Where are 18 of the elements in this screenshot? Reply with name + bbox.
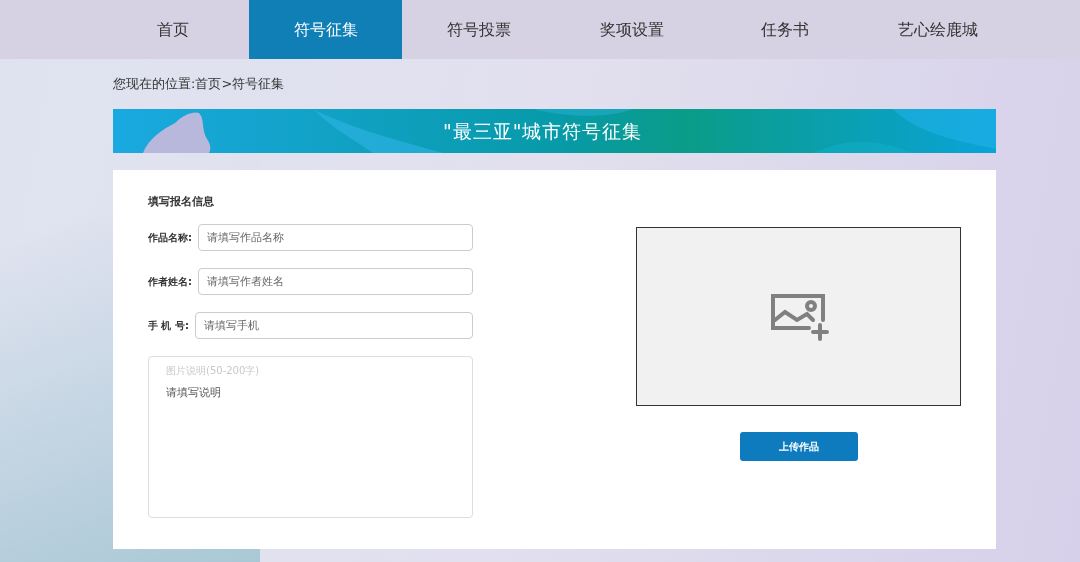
upload-button[interactable]: 上传作品 xyxy=(739,432,858,461)
nav-tab[interactable]: 艺心绘鹿城 xyxy=(861,0,1014,59)
nav-tab[interactable]: 符号征集 xyxy=(249,0,402,59)
input-field[interactable]: 请填写作者姓名 xyxy=(198,268,473,295)
nav-tab[interactable]: 首页 xyxy=(96,0,249,59)
image-upload-area[interactable] xyxy=(636,227,961,406)
field-label: 手 机 号: xyxy=(148,319,189,333)
breadcrumb: 您现在的位置:首页>符号征集 xyxy=(113,75,286,93)
banner-title: "最三亚"城市符号征集 xyxy=(443,119,643,144)
form-heading: 填写报名信息 xyxy=(148,194,215,210)
input-field[interactable]: 请填写作品名称 xyxy=(198,224,473,251)
field-label: 作者姓名: xyxy=(148,275,192,289)
add-image-icon xyxy=(768,291,829,342)
field-label: 作品名称: xyxy=(148,231,192,245)
input-field[interactable]: 请填写手机 xyxy=(194,312,473,339)
nav-tab[interactable]: 任务书 xyxy=(708,0,861,59)
nav-tab[interactable]: 奖项设置 xyxy=(555,0,708,59)
nav-tab[interactable]: 符号投票 xyxy=(402,0,555,59)
